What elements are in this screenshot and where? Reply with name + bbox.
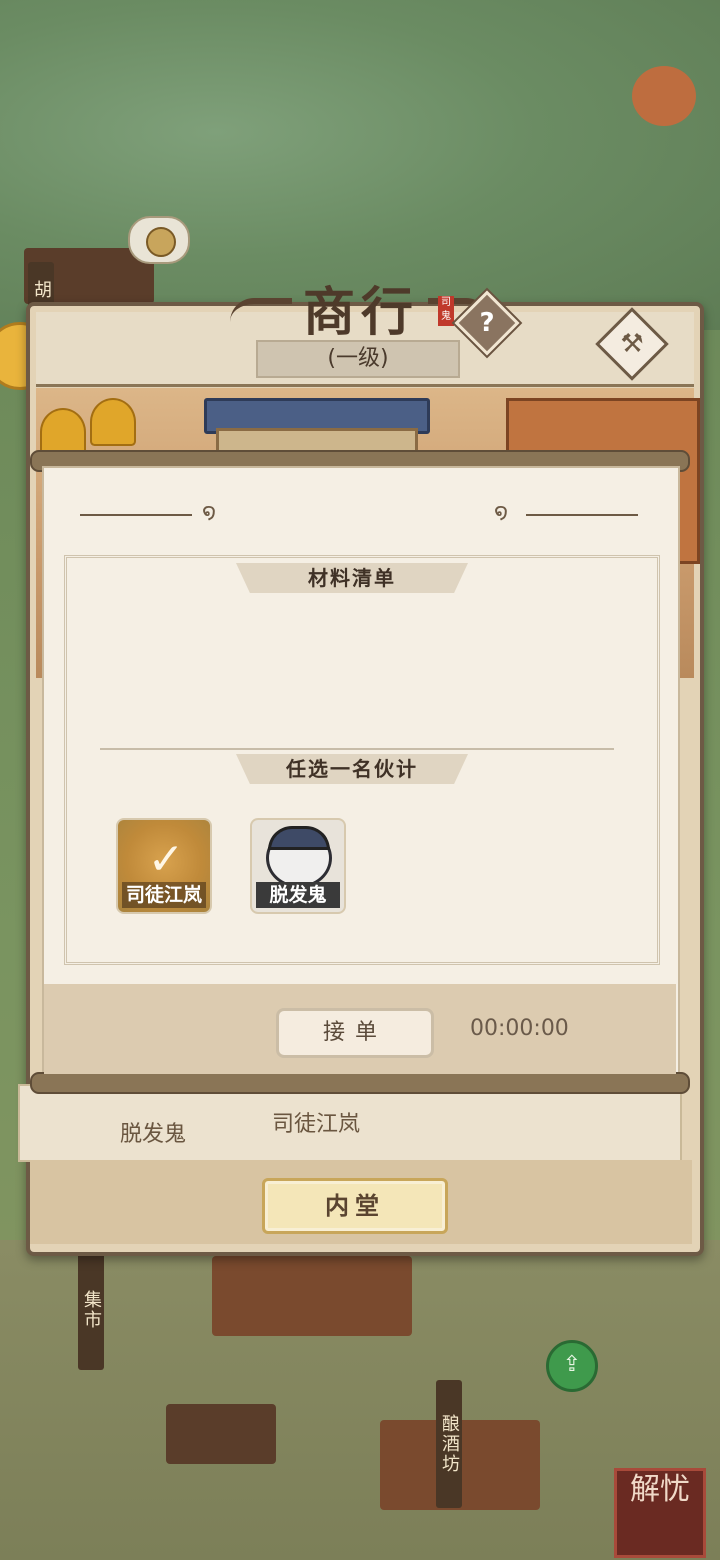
helper-card-situ-jianglan[interactable]: ✓ 司徒江岚 [116, 818, 212, 914]
bell-icon [90, 398, 136, 446]
cap-icon [268, 826, 330, 850]
divider-ornament [80, 514, 192, 516]
maple-tree [632, 66, 696, 126]
scroll-rod-bottom [30, 1072, 690, 1094]
map-label-brewery[interactable]: 酿酒坊 [436, 1380, 462, 1508]
helper-name: 司徒江岚 [122, 882, 206, 908]
house-roof [166, 1404, 276, 1464]
order-timer: 00:00:00 [470, 1016, 569, 1041]
checkmark-icon: ✓ [147, 834, 185, 885]
cloud-curl-icon: ໑ [494, 500, 509, 525]
section-banner-materials: 材料清单 [236, 563, 468, 593]
cloud-curl-icon: ໑ [202, 500, 217, 525]
stamp-text: 解忧 [630, 1472, 690, 1507]
inner-hall-button[interactable]: 内堂 [262, 1178, 448, 1234]
coin-bubble[interactable] [128, 216, 190, 264]
helper-name: 脱发鬼 [256, 882, 340, 908]
helper-card-tuofagui[interactable]: 脱发鬼 [250, 818, 346, 914]
upgrade-arrow-icon[interactable]: ⇪ [546, 1340, 598, 1392]
hammer-icon: ⚒ [620, 329, 644, 359]
roster-name: 司徒江岚 [272, 1112, 361, 1137]
stamp-button[interactable]: 解忧 [614, 1468, 706, 1558]
title-ornament-left [230, 298, 292, 322]
section-divider [100, 748, 614, 750]
house-roof [212, 1256, 412, 1336]
section-banner-helper: 任选一名伙计 [236, 754, 468, 784]
map-label-market[interactable]: 集市 [78, 1250, 104, 1370]
level-label: (一级) [256, 340, 460, 378]
title-seal: 司鬼 [438, 296, 454, 326]
coin-icon [146, 227, 176, 257]
accept-order-button[interactable]: 接单 [276, 1008, 434, 1058]
title-text: 商行 [302, 282, 419, 343]
bell-icon [40, 408, 86, 456]
divider-ornament [526, 514, 638, 516]
question-icon: ? [479, 308, 495, 338]
roster-name: 脱发鬼 [120, 1122, 187, 1147]
